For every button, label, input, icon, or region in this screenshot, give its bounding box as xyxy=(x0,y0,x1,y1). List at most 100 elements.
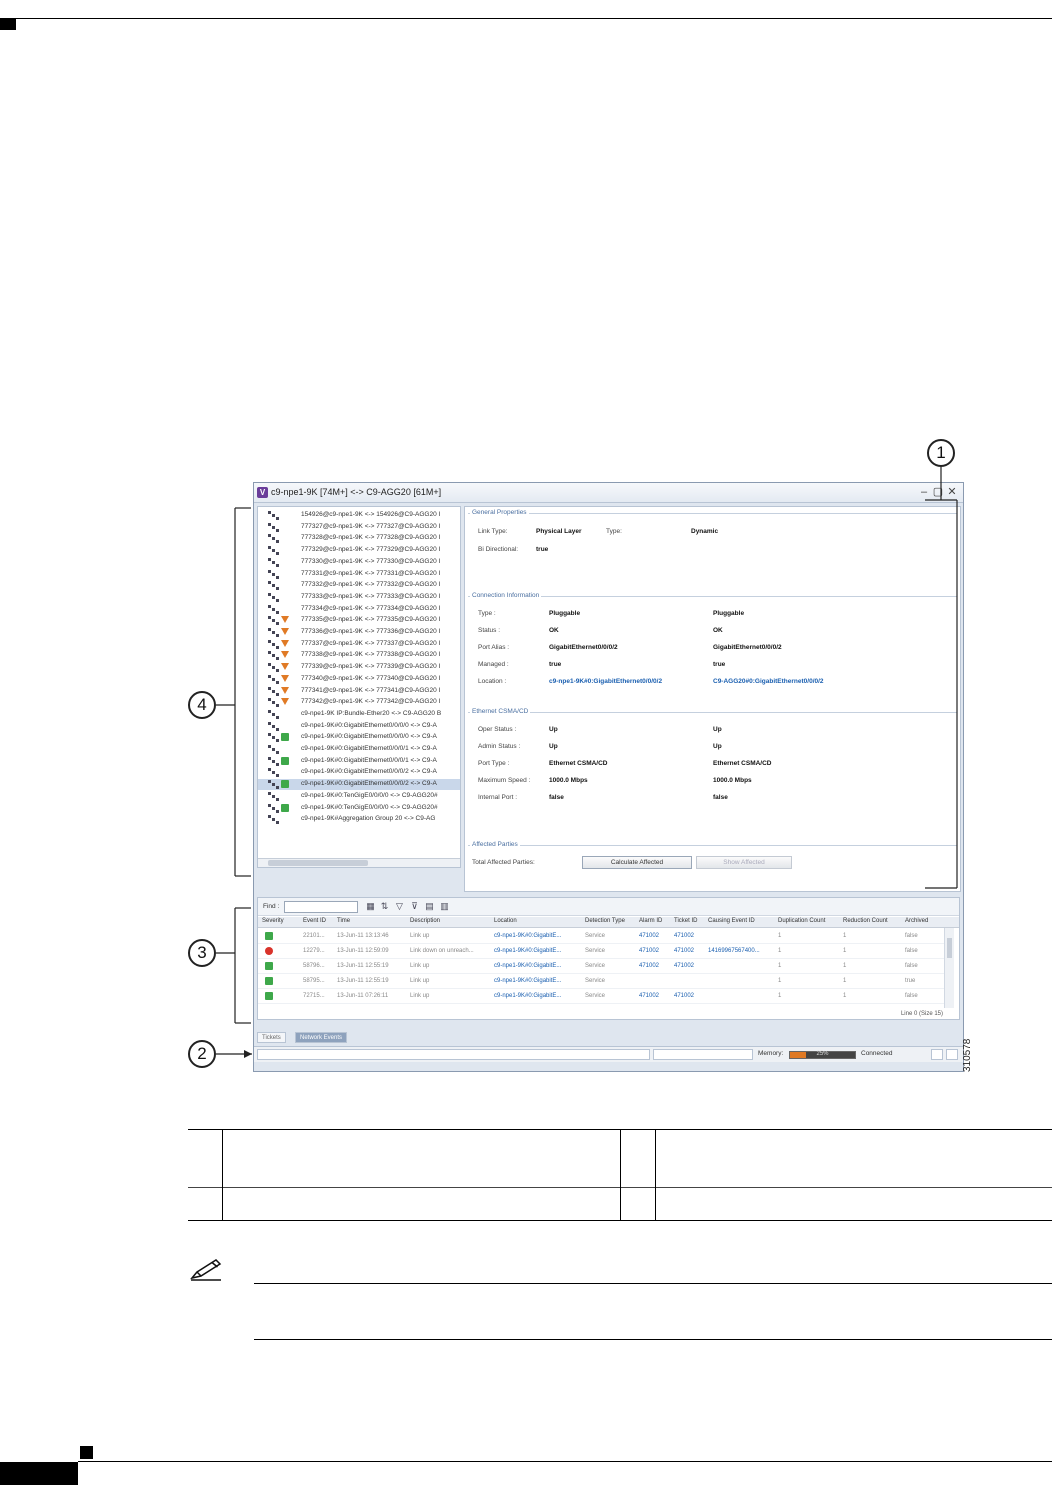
tree-item[interactable]: 777337@c9-npe1-9K <-> 777337@C9-AGG20 I xyxy=(258,639,460,650)
tree-item[interactable]: 777328@c9-npe1-9K <-> 777328@C9-AGG20 I xyxy=(258,533,460,544)
column-header[interactable]: Duplication Count xyxy=(778,918,825,924)
tree-item[interactable]: c9-npe1-9K IP:Bundle-Ether20 <-> C9-AGG2… xyxy=(258,709,460,720)
tree-item-label: c9-npe1-9K#0:GigabitEthernet0/0/0/0 <-> … xyxy=(301,721,437,729)
window-titlebar: V c9-npe1-9K [74M+] <-> C9-AGG20 [61M+] … xyxy=(254,483,963,503)
scrollbar-thumb[interactable] xyxy=(947,938,952,958)
cell-alarm[interactable]: 471002 xyxy=(639,933,659,939)
calendar-icon[interactable]: ▦ xyxy=(366,902,375,911)
tree-item[interactable]: 777340@c9-npe1-9K <-> 777340@C9-AGG20 I xyxy=(258,674,460,685)
events-vertical-scrollbar[interactable] xyxy=(944,928,954,1008)
tree-horizontal-scrollbar[interactable] xyxy=(258,858,460,867)
cell-location[interactable]: c9-npe1-9K#0:GigabitE... xyxy=(494,948,561,954)
callout-legend-table xyxy=(188,1129,1052,1221)
cell-alarm[interactable]: 471002 xyxy=(639,963,659,969)
tree-item[interactable]: c9-npe1-9K#0:TenGigE0/0/0/0 <-> C9-AGG20… xyxy=(258,803,460,814)
calculate-affected-button[interactable]: Calculate Affected xyxy=(582,856,692,869)
tree-item[interactable]: 777339@c9-npe1-9K <-> 777339@C9-AGG20 I xyxy=(258,662,460,673)
tree-item[interactable]: 777342@c9-npe1-9K <-> 777342@C9-AGG20 I xyxy=(258,697,460,708)
sort-icon[interactable]: ⇅ xyxy=(380,902,389,911)
cell-location[interactable]: c9-npe1-9K#0:GigabitE... xyxy=(494,993,561,999)
tree-item[interactable]: 777327@c9-npe1-9K <-> 777327@C9-AGG20 I xyxy=(258,522,460,533)
property-value-a: true xyxy=(549,661,562,668)
tree-item[interactable]: 777335@c9-npe1-9K <-> 777335@C9-AGG20 I xyxy=(258,615,460,626)
cell-location[interactable]: c9-npe1-9K#0:GigabitE... xyxy=(494,978,561,984)
cell-causing[interactable]: 14169967567400... xyxy=(708,948,760,954)
link-icon xyxy=(268,768,280,778)
tree-item[interactable]: c9-npe1-9K#0:TenGigE0/0/0/0 <-> C9-AGG20… xyxy=(258,791,460,802)
property-label: Location : xyxy=(478,678,507,685)
minimize-icon[interactable]: – xyxy=(918,485,930,499)
tree-item[interactable]: c9-npe1-9K#Aggregation Group 20 <-> C9-A… xyxy=(258,814,460,825)
clear-filter-icon[interactable]: ⊽ xyxy=(410,902,419,911)
alarm-icon xyxy=(281,663,289,671)
column-header[interactable]: Alarm ID xyxy=(639,918,662,924)
property-label: Port Alias : xyxy=(478,644,510,651)
column-header[interactable]: Archived xyxy=(905,918,928,924)
tree-item-label: c9-npe1-9K#Aggregation Group 20 <-> C9-A… xyxy=(301,815,436,823)
tab-tickets[interactable]: Tickets xyxy=(257,1032,286,1043)
column-header[interactable]: Detection Type xyxy=(585,918,625,924)
table-row[interactable]: 58796... 13-Jun-11 12:55:19 Link up c9-npe1… xyxy=(258,959,944,974)
alarm-icon xyxy=(281,628,289,635)
cell-event-id: 12279... xyxy=(303,948,325,954)
tab-network-events[interactable]: Network Events xyxy=(295,1032,348,1043)
table-row[interactable]: 72715... 13-Jun-11 07:26:11 Link up c9-npe1… xyxy=(258,989,944,1004)
property-value-a[interactable]: c9-npe1-9K#0:GigabitEthernet0/0/0/2 xyxy=(549,678,662,685)
column-header[interactable]: Causing Event ID xyxy=(708,918,755,924)
cell-dup: 1 xyxy=(778,963,782,969)
tree-item-label: 777334@c9-npe1-9K <-> 777334@C9-AGG20 I xyxy=(301,604,441,612)
tree-item[interactable]: c9-npe1-9K#0:GigabitEthernet0/0/0/1 <-> … xyxy=(258,744,460,755)
tree-item[interactable]: 777330@c9-npe1-9K <-> 777330@C9-AGG20 I xyxy=(258,557,460,568)
export-icon[interactable]: ▥ xyxy=(440,902,449,911)
tree-item[interactable]: 154926@c9-npe1-9K <-> 154926@C9-AGG20 I xyxy=(258,510,460,521)
tree-item[interactable]: c9-npe1-9K#0:GigabitEthernet0/0/0/1 <-> … xyxy=(258,756,460,767)
connection-information-group: Connection Information Type : Pluggable Pl… xyxy=(468,592,957,704)
cell-ticket[interactable]: 471002 xyxy=(674,993,694,999)
tree-item[interactable]: c9-npe1-9K#0:GigabitEthernet0/0/0/0 <-> … xyxy=(258,732,460,743)
filter-icon[interactable]: ▽ xyxy=(395,902,404,911)
tree-item[interactable]: 777333@c9-npe1-9K <-> 777333@C9-AGG20 I xyxy=(258,592,460,603)
tree-item[interactable]: 777341@c9-npe1-9K <-> 777341@C9-AGG20 I xyxy=(258,686,460,697)
tree-item-label: 777339@c9-npe1-9K <-> 777339@C9-AGG20 I xyxy=(301,663,441,671)
cleared-severity-icon xyxy=(265,977,273,985)
show-affected-button[interactable]: Show Affected xyxy=(696,856,792,869)
tree-item[interactable]: 777331@c9-npe1-9K <-> 777331@C9-AGG20 I xyxy=(258,569,460,580)
cell-time: 13-Jun-11 07:26:11 xyxy=(337,993,389,999)
table-row[interactable]: 12279... 13-Jun-11 12:59:09 Link down on u… xyxy=(258,944,944,959)
tree-item[interactable]: 777336@c9-npe1-9K <-> 777336@C9-AGG20 I xyxy=(258,627,460,638)
tree-item[interactable]: c9-npe1-9K#0:GigabitEthernet0/0/0/0 <-> … xyxy=(258,721,460,732)
column-header[interactable]: Description xyxy=(410,918,440,924)
find-input[interactable] xyxy=(284,901,358,913)
property-value-a: Pluggable xyxy=(549,610,581,617)
tree-item[interactable]: c9-npe1-9K#0:GigabitEthernet0/0/0/2 <-> … xyxy=(258,779,460,791)
column-header[interactable]: Time xyxy=(337,918,350,924)
column-header[interactable]: Event ID xyxy=(303,918,326,924)
scrollbar-thumb[interactable] xyxy=(268,860,368,866)
tree-item[interactable]: c9-npe1-9K#0:GigabitEthernet0/0/0/2 <-> … xyxy=(258,767,460,778)
cell-alarm[interactable]: 471002 xyxy=(639,993,659,999)
cell-ticket[interactable]: 471002 xyxy=(674,948,694,954)
column-header[interactable]: Severity xyxy=(262,918,284,924)
column-header[interactable]: Ticket ID xyxy=(674,918,697,924)
tree-item[interactable]: 777332@c9-npe1-9K <-> 777332@C9-AGG20 I xyxy=(258,580,460,591)
cell-ticket[interactable]: 471002 xyxy=(674,963,694,969)
cell-location[interactable]: c9-npe1-9K#0:GigabitE... xyxy=(494,933,561,939)
tree-item-label: 777338@c9-npe1-9K <-> 777338@C9-AGG20 I xyxy=(301,651,441,659)
cell-alarm[interactable]: 471002 xyxy=(639,948,659,954)
property-value-b[interactable]: C9-AGG20#0:GigabitEthernet0/0/0/2 xyxy=(713,678,824,685)
table-row[interactable]: 22101... 13-Jun-11 13:13:46 Link up c9-npe1… xyxy=(258,929,944,944)
column-header[interactable]: Reduction Count xyxy=(843,918,888,924)
cell-location[interactable]: c9-npe1-9K#0:GigabitE... xyxy=(494,963,561,969)
close-icon[interactable]: ✕ xyxy=(946,485,958,499)
tree-item[interactable]: 777334@c9-npe1-9K <-> 777334@C9-AGG20 I xyxy=(258,604,460,615)
maximize-icon[interactable]: ▢ xyxy=(932,485,944,499)
tree-item[interactable]: 777338@c9-npe1-9K <-> 777338@C9-AGG20 I xyxy=(258,650,460,661)
footer-rule xyxy=(78,1461,1052,1462)
table-row[interactable]: 58795... 13-Jun-11 12:55:19 Link up c9-npe1… xyxy=(258,974,944,989)
column-header[interactable]: Location xyxy=(494,918,517,924)
connection-status: Connected xyxy=(861,1050,893,1057)
columns-icon[interactable]: ▤ xyxy=(425,902,434,911)
tree-item[interactable]: 777329@c9-npe1-9K <-> 777329@C9-AGG20 I xyxy=(258,545,460,556)
cell-ticket[interactable]: 471002 xyxy=(674,933,694,939)
property-label: Managed : xyxy=(478,661,509,668)
